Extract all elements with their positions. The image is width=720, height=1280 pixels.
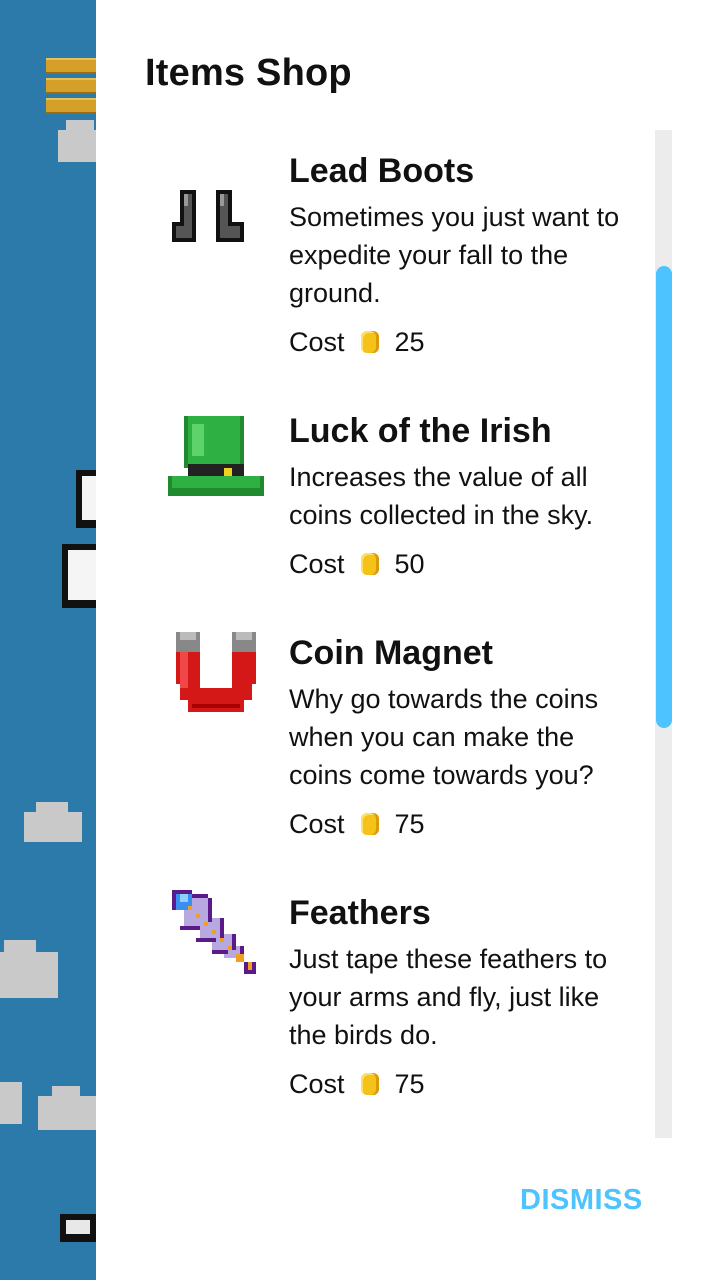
coin-icon bbox=[360, 553, 379, 575]
item-cost: Cost 75 bbox=[289, 807, 425, 841]
dismiss-button[interactable]: DISMISS bbox=[520, 1184, 643, 1217]
dialog-title: Items Shop bbox=[145, 52, 352, 94]
scrollbar-thumb[interactable] bbox=[656, 266, 672, 728]
cost-label: Cost bbox=[289, 548, 345, 579]
cloud bbox=[0, 1082, 22, 1124]
cost-value: 75 bbox=[394, 808, 425, 839]
game-logo-fragment bbox=[62, 544, 96, 608]
coin-icon bbox=[360, 1073, 379, 1095]
cloud bbox=[24, 802, 82, 842]
magnet-icon bbox=[168, 628, 264, 724]
item-name: Lead Boots bbox=[289, 152, 475, 190]
cloud bbox=[0, 940, 58, 998]
log-platform bbox=[46, 78, 96, 94]
item-description: Why go towards the coins when you can ma… bbox=[289, 684, 599, 790]
cost-label: Cost bbox=[289, 808, 345, 839]
item-description: Increases the value of all coins collect… bbox=[289, 462, 594, 530]
items-shop-dialog: Items Shop Lead Boots Sometimes you just… bbox=[96, 0, 720, 1280]
lead-boots-icon bbox=[168, 170, 264, 266]
item-name: Feathers bbox=[289, 894, 431, 932]
leprechaun-hat-icon bbox=[168, 412, 264, 508]
cost-label: Cost bbox=[289, 1068, 345, 1099]
item-name: Coin Magnet bbox=[289, 634, 493, 672]
game-logo-fragment bbox=[76, 470, 96, 528]
item-description: Just tape these feathers to your arms an… bbox=[289, 944, 608, 1050]
log-platform bbox=[46, 58, 96, 74]
game-background bbox=[0, 0, 96, 1280]
cloud bbox=[58, 120, 96, 162]
feather-icon bbox=[168, 886, 264, 982]
item-cost: Cost 75 bbox=[289, 1067, 425, 1101]
cost-value: 50 bbox=[394, 548, 425, 579]
cost-value: 25 bbox=[394, 326, 425, 357]
coin-icon bbox=[360, 813, 379, 835]
item-cost: Cost 25 bbox=[289, 325, 425, 359]
items-list[interactable]: Lead Boots Sometimes you just want to ex… bbox=[96, 130, 672, 1138]
item-name: Luck of the Irish bbox=[289, 412, 552, 450]
game-score-fragment bbox=[60, 1214, 96, 1242]
cost-value: 75 bbox=[394, 1068, 425, 1099]
cost-label: Cost bbox=[289, 326, 345, 357]
item-description: Sometimes you just want to expedite your… bbox=[289, 202, 620, 308]
log-platform bbox=[46, 98, 96, 114]
item-cost: Cost 50 bbox=[289, 547, 425, 581]
coin-icon bbox=[360, 331, 379, 353]
cloud bbox=[38, 1086, 96, 1130]
